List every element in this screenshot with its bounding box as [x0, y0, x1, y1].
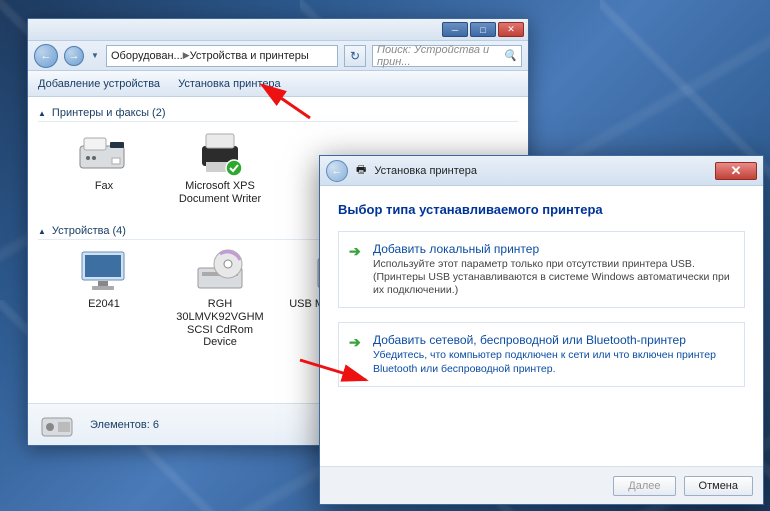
- close-button[interactable]: ✕: [498, 22, 524, 37]
- nav-history-dropdown[interactable]: ▼: [90, 51, 100, 60]
- expand-icon: ▲: [38, 227, 46, 236]
- window-titlebar: ─ □ ✕: [28, 19, 528, 41]
- device-item-monitor[interactable]: E2041: [56, 248, 152, 349]
- option-desc: Убедитесь, что компьютер подключен к сет…: [373, 349, 732, 375]
- wizard-heading: Выбор типа устанавливаемого принтера: [338, 202, 745, 217]
- cdrom-icon: [192, 248, 248, 294]
- maximize-button[interactable]: □: [470, 22, 496, 37]
- breadcrumb-item[interactable]: Оборудован...: [111, 50, 183, 62]
- device-label: Fax: [56, 180, 152, 193]
- wizard-titlebar: ← 🖶 Установка принтера ✕: [320, 156, 763, 186]
- wizard-body: Выбор типа устанавливаемого принтера ➔ Д…: [320, 186, 763, 466]
- expand-icon: ▲: [38, 109, 46, 118]
- arrow-right-icon: ➔: [349, 334, 361, 351]
- add-printer-command[interactable]: Установка принтера: [178, 78, 281, 90]
- address-bar: ← → ▼ Оборудован... ▶ Устройства и принт…: [28, 41, 528, 71]
- device-item-xps[interactable]: Microsoft XPS Document Writer: [172, 130, 268, 205]
- next-button[interactable]: Далее: [613, 476, 675, 496]
- command-bar: Добавление устройства Установка принтера: [28, 71, 528, 97]
- search-icon: 🔍: [503, 49, 517, 62]
- details-count: Элементов: 6: [90, 419, 159, 431]
- group-title: Устройства (4): [52, 225, 126, 237]
- monitor-icon: [76, 248, 132, 294]
- details-thumbnail: [40, 410, 76, 440]
- option-local-printer[interactable]: ➔ Добавить локальный принтер Используйте…: [338, 231, 745, 308]
- printer-icon: 🖶: [356, 161, 366, 180]
- refresh-button[interactable]: ↻: [344, 45, 366, 67]
- nav-forward-button[interactable]: →: [64, 46, 84, 66]
- nav-back-button[interactable]: ←: [34, 44, 58, 68]
- group-header-printers[interactable]: ▲ Принтеры и факсы (2): [38, 103, 518, 122]
- device-label: E2041: [56, 298, 152, 311]
- printer-icon: [192, 130, 248, 176]
- chevron-right-icon: ▶: [183, 50, 190, 61]
- arrow-right-icon: ➔: [349, 243, 361, 260]
- address-breadcrumb[interactable]: Оборудован... ▶ Устройства и принтеры: [106, 45, 338, 67]
- wizard-title: Установка принтера: [374, 165, 477, 177]
- device-label: Microsoft XPS Document Writer: [172, 180, 268, 205]
- option-title: Добавить сетевой, беспроводной или Bluet…: [373, 333, 732, 347]
- fax-icon: [76, 130, 132, 176]
- device-item-fax[interactable]: Fax: [56, 130, 152, 205]
- group-title: Принтеры и факсы (2): [52, 107, 166, 119]
- option-title: Добавить локальный принтер: [373, 242, 732, 256]
- device-label: RGH 30LMVK92VGHM SCSI CdRom Device: [172, 298, 268, 349]
- search-input[interactable]: Поиск: Устройства и прин... 🔍: [372, 45, 522, 67]
- wizard-footer: Далее Отмена: [320, 466, 763, 504]
- wizard-back-button[interactable]: ←: [326, 160, 348, 182]
- option-desc: Используйте этот параметр только при отс…: [373, 258, 732, 297]
- breadcrumb-item[interactable]: Устройства и принтеры: [190, 50, 309, 62]
- cancel-button[interactable]: Отмена: [684, 476, 753, 496]
- search-placeholder: Поиск: Устройства и прин...: [377, 44, 503, 68]
- minimize-button[interactable]: ─: [442, 22, 468, 37]
- add-printer-wizard: ← 🖶 Установка принтера ✕ Выбор типа уста…: [319, 155, 764, 505]
- device-item-cdrom[interactable]: RGH 30LMVK92VGHM SCSI CdRom Device: [172, 248, 268, 349]
- add-device-command[interactable]: Добавление устройства: [38, 78, 160, 90]
- option-network-printer[interactable]: ➔ Добавить сетевой, беспроводной или Blu…: [338, 322, 745, 386]
- wizard-close-button[interactable]: ✕: [715, 162, 757, 180]
